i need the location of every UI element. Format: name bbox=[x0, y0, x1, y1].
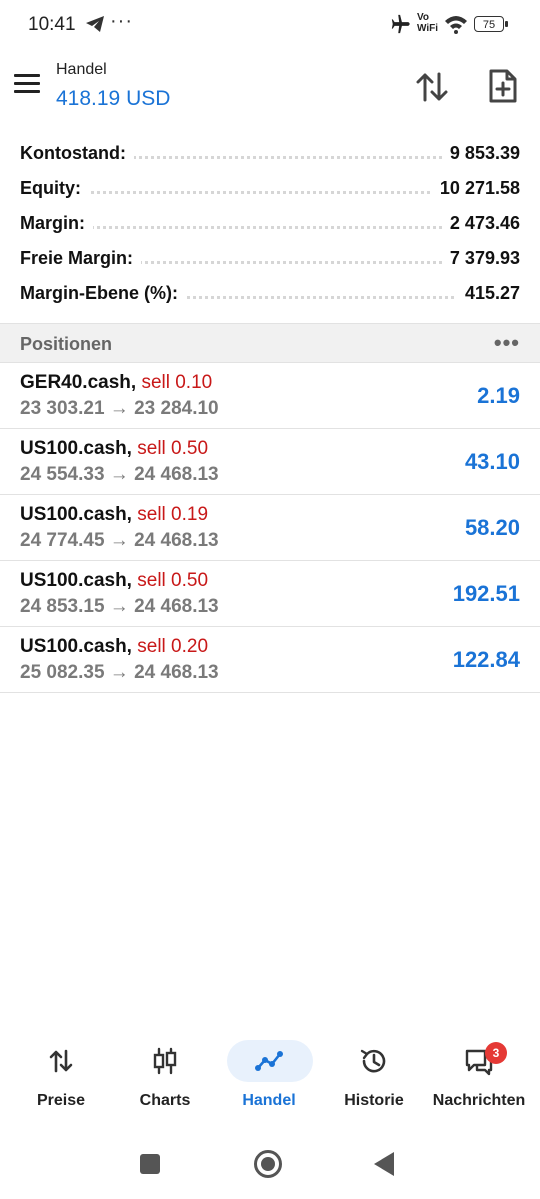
summary-value: 9 853.39 bbox=[441, 143, 520, 164]
nav-label: Nachrichten bbox=[432, 1092, 526, 1109]
battery-icon: 75 bbox=[474, 16, 508, 32]
summary-value: 415.27 bbox=[456, 283, 520, 304]
recent-apps-icon[interactable] bbox=[140, 1154, 160, 1174]
position-side: sell 0.19 bbox=[137, 504, 209, 525]
back-icon[interactable] bbox=[374, 1152, 394, 1176]
system-navigation-bar bbox=[0, 1140, 540, 1190]
position-profit: 122.84 bbox=[452, 647, 520, 672]
nav-label: Preise bbox=[36, 1092, 86, 1109]
more-notifications-icon: ··· bbox=[110, 10, 133, 32]
position-row[interactable]: US100.cash, sell 0.20 25 082.35 → 24 468… bbox=[0, 627, 540, 693]
position-side: sell 0.10 bbox=[141, 372, 213, 393]
position-row[interactable]: US100.cash, sell 0.19 24 774.45 → 24 468… bbox=[0, 495, 540, 561]
nav-item-charts[interactable]: Charts bbox=[111, 1036, 219, 1116]
nav-item-historie[interactable]: Historie bbox=[320, 1036, 428, 1116]
summary-label: Margin: bbox=[20, 213, 93, 234]
position-title: GER40.cash, sell 0.10 bbox=[20, 372, 212, 394]
home-icon[interactable] bbox=[254, 1150, 282, 1178]
account-profit: 418.19 USD bbox=[56, 87, 171, 110]
position-profit: 58.20 bbox=[464, 515, 520, 540]
position-prices: 24 853.15 → 24 468.13 bbox=[20, 596, 219, 617]
position-title: US100.cash, sell 0.50 bbox=[20, 438, 208, 460]
position-row[interactable]: US100.cash, sell 0.50 24 554.33 → 24 468… bbox=[0, 429, 540, 495]
summary-label: Freie Margin: bbox=[20, 248, 142, 269]
new-order-icon[interactable] bbox=[486, 68, 520, 104]
position-side: sell 0.50 bbox=[137, 570, 209, 591]
position-prices: 23 303.21 → 23 284.10 bbox=[20, 398, 219, 419]
position-prices: 25 082.35 → 24 468.13 bbox=[20, 662, 219, 683]
airplane-mode-icon bbox=[391, 14, 410, 34]
position-profit: 192.51 bbox=[452, 581, 520, 606]
position-symbol: US100.cash, bbox=[20, 504, 132, 525]
status-bar: 10:41 ··· Vo WiFi 75 bbox=[0, 0, 540, 50]
summary-row-margin-level: Margin-Ebene (%): 415.27 bbox=[0, 276, 540, 311]
positions-title: Positionen bbox=[20, 334, 113, 354]
nav-label: Historie bbox=[344, 1092, 404, 1109]
summary-row-equity: Equity: 10 271.58 bbox=[0, 171, 540, 206]
position-title: US100.cash, sell 0.19 bbox=[20, 504, 208, 526]
nav-item-nachrichten[interactable]: 3 Nachrichten bbox=[425, 1036, 533, 1116]
nav-label: Charts bbox=[139, 1092, 191, 1109]
wifi-signal-icon bbox=[445, 16, 467, 34]
position-side: sell 0.20 bbox=[137, 636, 209, 657]
summary-label: Margin-Ebene (%): bbox=[20, 283, 187, 304]
position-prices: 24 774.45 → 24 468.13 bbox=[20, 530, 219, 551]
status-time: 10:41 bbox=[28, 14, 76, 35]
summary-value: 7 379.93 bbox=[441, 248, 520, 269]
trade-line-icon bbox=[255, 1051, 283, 1071]
position-side: sell 0.50 bbox=[137, 438, 209, 459]
position-profit: 43.10 bbox=[464, 449, 520, 474]
sort-order-icon[interactable] bbox=[414, 70, 450, 104]
nav-item-handel[interactable]: Handel bbox=[215, 1036, 323, 1116]
position-title: US100.cash, sell 0.20 bbox=[20, 636, 208, 658]
account-summary: Kontostand: 9 853.39 Equity: 10 271.58 M… bbox=[0, 136, 540, 311]
position-symbol: US100.cash, bbox=[20, 438, 132, 459]
summary-row-margin: Margin: 2 473.46 bbox=[0, 206, 540, 241]
more-options-icon[interactable]: ••• bbox=[494, 330, 520, 356]
summary-row-balance: Kontostand: 9 853.39 bbox=[0, 136, 540, 171]
vowifi-indicator: Vo WiFi bbox=[417, 12, 438, 34]
position-profit: 2.19 bbox=[477, 383, 520, 408]
menu-icon[interactable] bbox=[14, 74, 40, 94]
telegram-icon bbox=[86, 16, 104, 32]
vo-label: Vo bbox=[417, 12, 430, 23]
quotes-arrows-icon bbox=[49, 1049, 73, 1073]
summary-value: 10 271.58 bbox=[431, 178, 520, 199]
summary-label: Kontostand: bbox=[20, 143, 134, 164]
position-symbol: US100.cash, bbox=[20, 636, 132, 657]
positions-section-header: Positionen ••• bbox=[0, 323, 540, 363]
summary-label: Equity: bbox=[20, 178, 89, 199]
page-title: Handel bbox=[56, 61, 107, 78]
position-symbol: GER40.cash, bbox=[20, 372, 137, 393]
position-row[interactable]: US100.cash, sell 0.50 24 853.15 → 24 468… bbox=[0, 561, 540, 627]
position-title: US100.cash, sell 0.50 bbox=[20, 570, 208, 592]
summary-value: 2 473.46 bbox=[441, 213, 520, 234]
nav-item-preise[interactable]: Preise bbox=[7, 1036, 115, 1116]
positions-list: GER40.cash, sell 0.10 23 303.21 → 23 284… bbox=[0, 363, 540, 693]
app-header: Handel 418.19 USD bbox=[0, 50, 540, 122]
position-prices: 24 554.33 → 24 468.13 bbox=[20, 464, 219, 485]
wifi-label: WiFi bbox=[417, 23, 439, 34]
position-symbol: US100.cash, bbox=[20, 570, 132, 591]
nav-label: Handel bbox=[242, 1092, 296, 1109]
position-row[interactable]: GER40.cash, sell 0.10 23 303.21 → 23 284… bbox=[0, 363, 540, 429]
history-clock-icon bbox=[360, 1049, 386, 1073]
summary-row-free-margin: Freie Margin: 7 379.93 bbox=[0, 241, 540, 276]
candlestick-icon bbox=[153, 1047, 177, 1075]
bottom-navigation: Preise Charts Handel Historie 3 Nachrich… bbox=[0, 1036, 540, 1116]
notification-badge: 3 bbox=[485, 1042, 507, 1064]
